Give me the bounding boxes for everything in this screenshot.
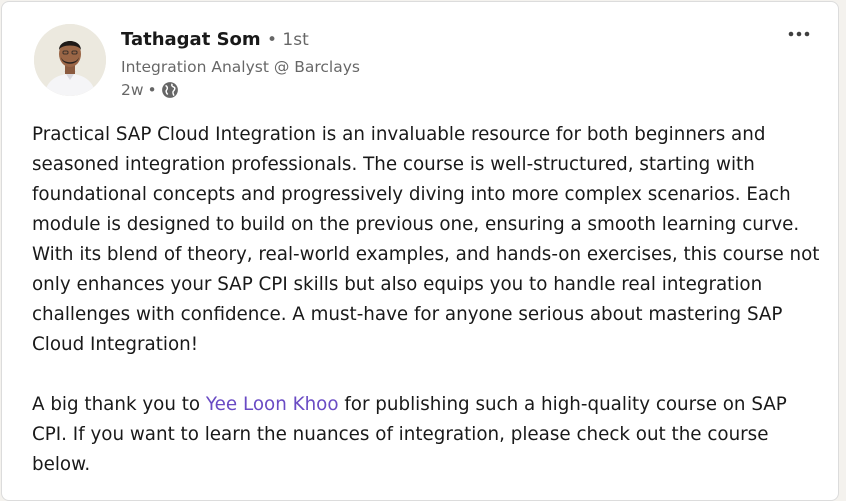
author-name[interactable]: Tathagat Som [121,29,261,50]
author-headline: Integration Analyst @ Barclays [121,58,360,76]
paragraph-2-lead: A big thank you to [32,394,206,415]
mention-link[interactable]: Yee Loon Khoo [206,394,339,415]
globe-icon [161,81,179,99]
post-body: Practical SAP Cloud Integration is an in… [32,120,822,480]
connection-degree: 1st [282,30,309,50]
author-name-row[interactable]: Tathagat Som • 1st [121,29,309,50]
post-meta: 2w • [121,81,179,99]
post-paragraph-1: Practical SAP Cloud Integration is an in… [32,124,820,355]
connection-separator: • [266,30,283,50]
post-time: 2w [121,81,144,99]
post-card: Tathagat Som • 1st Integration Analyst @… [1,1,839,501]
more-horizontal-icon [788,31,810,37]
post-paragraph-2: A big thank you to Yee Loon Khoo for pub… [32,390,822,480]
avatar-photo [34,24,106,96]
more-options-button[interactable] [783,20,815,48]
meta-separator: • [147,81,157,99]
avatar[interactable] [34,24,106,96]
